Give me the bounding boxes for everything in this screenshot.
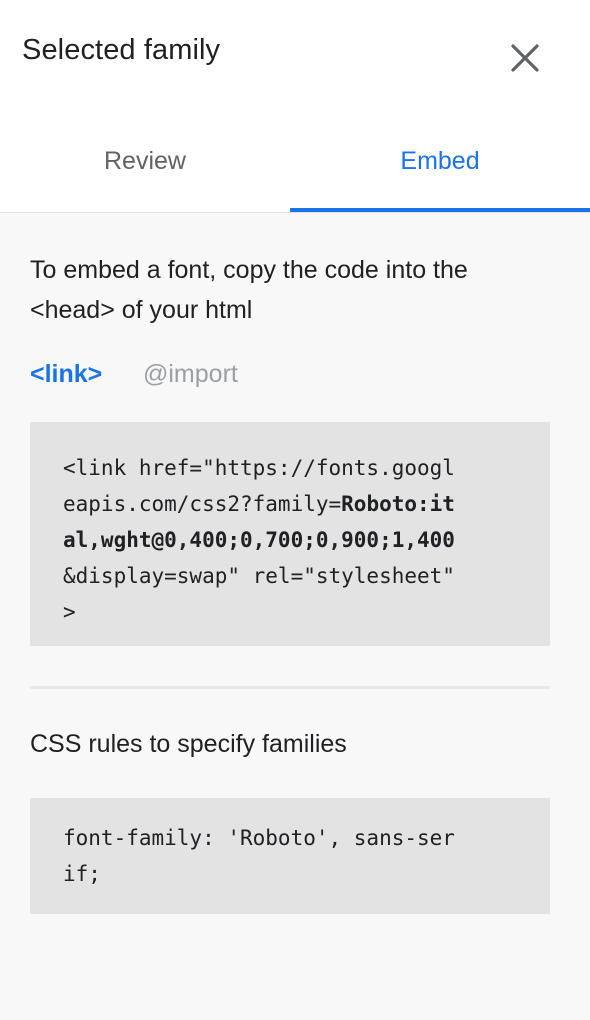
close-button[interactable] (503, 36, 547, 80)
code-line: <link href="https://fonts.googl (63, 456, 455, 480)
code-family-param: al,wght@0,400;0,700;0,900;1,400 (63, 528, 455, 552)
header-divider (0, 212, 590, 213)
css-rules-heading: CSS rules to specify families (30, 730, 347, 758)
panel-header: Selected family Review Embed (0, 0, 590, 212)
code-line: &display=swap" rel="stylesheet" (63, 564, 455, 588)
code-text: eapis.com/css2?family= (63, 492, 342, 516)
code-line: eapis.com/css2?family=Roboto:it (63, 486, 550, 522)
code-line: if; (63, 862, 101, 886)
code-line: al,wght@0,400;0,700;0,900;1,400 (63, 522, 550, 558)
embed-instructions: To embed a font, copy the code into the … (30, 250, 560, 330)
code-line: > (63, 600, 76, 624)
code-line: font-family: 'Roboto', sans-ser (63, 826, 455, 850)
subtab-import[interactable]: @import (143, 360, 238, 389)
embed-instructions-line-2: <head> of your html (30, 296, 253, 324)
subtab-link[interactable]: <link> (30, 360, 102, 389)
link-code-snippet[interactable]: <link href="https://fonts.googl eapis.co… (30, 422, 550, 646)
panel-title: Selected family (22, 34, 221, 66)
tab-review[interactable]: Review (0, 147, 290, 176)
embed-instructions-line-1: To embed a font, copy the code into the (30, 256, 468, 284)
css-code-snippet[interactable]: font-family: 'Roboto', sans-ser if; (30, 798, 550, 914)
section-divider (30, 686, 550, 689)
close-icon (511, 44, 539, 72)
code-family-param: Roboto:it (341, 492, 455, 516)
tab-embed[interactable]: Embed (290, 147, 590, 176)
